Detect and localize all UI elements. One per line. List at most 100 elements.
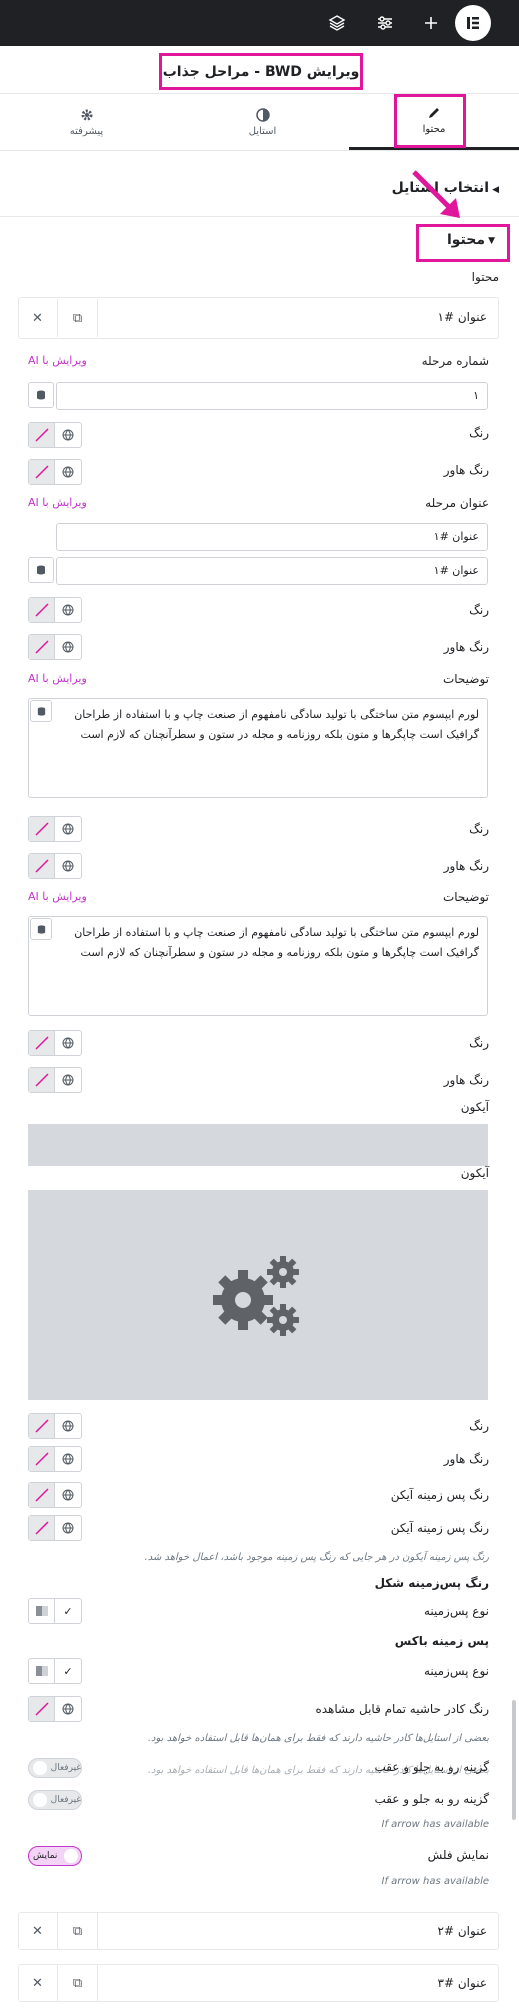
- front-back-toggle[interactable]: غیرفعال: [28, 1758, 82, 1778]
- duplicate-button[interactable]: ⧉: [58, 1964, 98, 2002]
- label-border-color: رنگ کادر حاشیه تمام قابل مشاهده: [315, 1702, 489, 1716]
- label-icon-bg-color-2: رنگ پس زمینه آیکن: [390, 1521, 489, 1535]
- ai-edit-link[interactable]: ویرایش با AI: [28, 890, 87, 903]
- duplicate-button[interactable]: ⧉: [58, 1912, 98, 1950]
- no-color-icon[interactable]: [29, 1483, 55, 1507]
- globe-icon[interactable]: [55, 1697, 81, 1721]
- bg-type-switcher[interactable]: ✓: [28, 1598, 82, 1624]
- no-color-icon[interactable]: [29, 460, 55, 484]
- gradient-icon[interactable]: [29, 1599, 56, 1623]
- scrollbar-thumb[interactable]: [512, 1700, 516, 1820]
- step-title-input-2[interactable]: عنوان #۱: [56, 557, 488, 585]
- brush-icon[interactable]: ✓: [55, 1659, 81, 1683]
- description-textarea[interactable]: لورم ایپسوم متن ساختگی با تولید سادگی نا…: [28, 698, 488, 798]
- globe-icon[interactable]: [55, 635, 81, 659]
- brush-icon[interactable]: ✓: [55, 1599, 81, 1623]
- remove-button[interactable]: ✕: [18, 1912, 58, 1950]
- duplicate-button[interactable]: ⧉: [58, 299, 98, 337]
- color-picker[interactable]: [28, 422, 82, 448]
- border-note: بعضی از استایل‌ها کادر حاشیه دارند که فق…: [147, 1733, 489, 1744]
- ai-edit-link[interactable]: ویرایش با AI: [28, 354, 87, 367]
- globe-icon[interactable]: [55, 817, 81, 841]
- label-bg-type: نوع پس‌زمینه: [423, 1604, 489, 1618]
- dynamic-tags-button[interactable]: [28, 382, 54, 408]
- globe-icon[interactable]: [55, 854, 81, 878]
- annotation-arrow-icon: [412, 170, 460, 218]
- ai-edit-link[interactable]: ویرایش با AI: [28, 496, 87, 509]
- globe-icon[interactable]: [55, 460, 81, 484]
- label-hover-color: رنگ هاور: [443, 640, 489, 654]
- label-color: رنگ: [469, 1419, 489, 1433]
- arrow-note: If arrow has available: [381, 1819, 489, 1830]
- repeater-item-title[interactable]: عنوان #۲: [438, 1924, 487, 1938]
- icon-picker-preview[interactable]: [28, 1190, 488, 1400]
- elementor-logo[interactable]: [455, 5, 491, 41]
- no-color-icon[interactable]: [29, 1447, 55, 1471]
- no-color-icon[interactable]: [29, 635, 55, 659]
- repeater-item-title[interactable]: عنوان #۱: [438, 310, 487, 324]
- no-color-icon[interactable]: [29, 1516, 55, 1540]
- globe-icon[interactable]: [55, 1483, 81, 1507]
- ai-edit-link[interactable]: ویرایش با AI: [28, 672, 87, 685]
- color-picker[interactable]: [28, 597, 82, 623]
- toggle-knob: [33, 1761, 47, 1775]
- settings-sliders-icon[interactable]: [370, 8, 400, 38]
- border-color-picker[interactable]: [28, 1696, 82, 1722]
- no-color-icon[interactable]: [29, 423, 55, 447]
- gradient-icon[interactable]: [29, 1659, 56, 1683]
- no-color-icon[interactable]: [29, 1068, 55, 1092]
- hover-color-picker[interactable]: [28, 459, 82, 485]
- repeater-item-title[interactable]: عنوان #۳: [438, 1976, 487, 1990]
- hover-color-picker[interactable]: [28, 634, 82, 660]
- step-title-input[interactable]: عنوان #۱: [56, 523, 488, 551]
- arrow-note-2: If arrow has available: [381, 1876, 489, 1887]
- globe-icon[interactable]: [55, 598, 81, 622]
- no-color-icon[interactable]: [29, 854, 55, 878]
- color-picker[interactable]: [28, 816, 82, 842]
- label-icon-2: آیکون: [460, 1166, 489, 1180]
- bg-type-switcher-2[interactable]: ✓: [28, 1658, 82, 1684]
- no-color-icon[interactable]: [29, 598, 55, 622]
- color-picker[interactable]: [28, 1413, 82, 1439]
- globe-icon[interactable]: [55, 1068, 81, 1092]
- no-color-icon[interactable]: [29, 817, 55, 841]
- layers-icon[interactable]: [322, 8, 352, 38]
- hover-color-picker[interactable]: [28, 1067, 82, 1093]
- tab-advanced[interactable]: پیشرفته: [0, 94, 173, 150]
- hover-color-picker[interactable]: [28, 1446, 82, 1472]
- globe-icon[interactable]: [55, 1447, 81, 1471]
- toggle-knob: [64, 1849, 78, 1863]
- remove-button[interactable]: ✕: [18, 299, 58, 337]
- page-title: ویرایش BWD - مراحل جذاب: [159, 53, 363, 90]
- dynamic-tags-button[interactable]: [30, 918, 52, 940]
- globe-icon[interactable]: [55, 1414, 81, 1438]
- hover-color-picker[interactable]: [28, 853, 82, 879]
- icon-picker-empty[interactable]: [28, 1124, 488, 1166]
- step-number-input[interactable]: ۱: [56, 382, 488, 410]
- tab-style[interactable]: استایل: [176, 94, 349, 150]
- show-arrow-toggle[interactable]: نمایش: [28, 1846, 82, 1866]
- description-textarea-2[interactable]: لورم ایپسوم متن ساختگی با تولید سادگی نا…: [28, 916, 488, 1016]
- content-label: محتوا: [471, 270, 499, 284]
- label-step-number: شماره مرحله: [421, 354, 489, 368]
- add-icon[interactable]: [416, 8, 446, 38]
- no-color-icon[interactable]: [29, 1031, 55, 1055]
- globe-icon[interactable]: [55, 1031, 81, 1055]
- color-picker[interactable]: [28, 1030, 82, 1056]
- front-back-toggle-2[interactable]: غیرفعال: [28, 1790, 82, 1810]
- no-color-icon[interactable]: [29, 1414, 55, 1438]
- no-color-icon[interactable]: [29, 1697, 55, 1721]
- dynamic-tags-button[interactable]: [30, 700, 52, 722]
- globe-icon[interactable]: [55, 423, 81, 447]
- section-content[interactable]: محتوا: [447, 232, 485, 248]
- icon-bg-color-picker[interactable]: [28, 1482, 82, 1508]
- database-icon: [37, 565, 45, 575]
- label-description: توضیحات: [442, 890, 489, 904]
- dynamic-tags-button[interactable]: [28, 557, 54, 583]
- gears-icon: [213, 1256, 299, 1336]
- label-color: رنگ: [469, 822, 489, 836]
- remove-button[interactable]: ✕: [18, 1964, 58, 2002]
- icon-bg-color-picker-2[interactable]: [28, 1515, 82, 1541]
- label-hover-color: رنگ هاور: [443, 1452, 489, 1466]
- globe-icon[interactable]: [55, 1516, 81, 1540]
